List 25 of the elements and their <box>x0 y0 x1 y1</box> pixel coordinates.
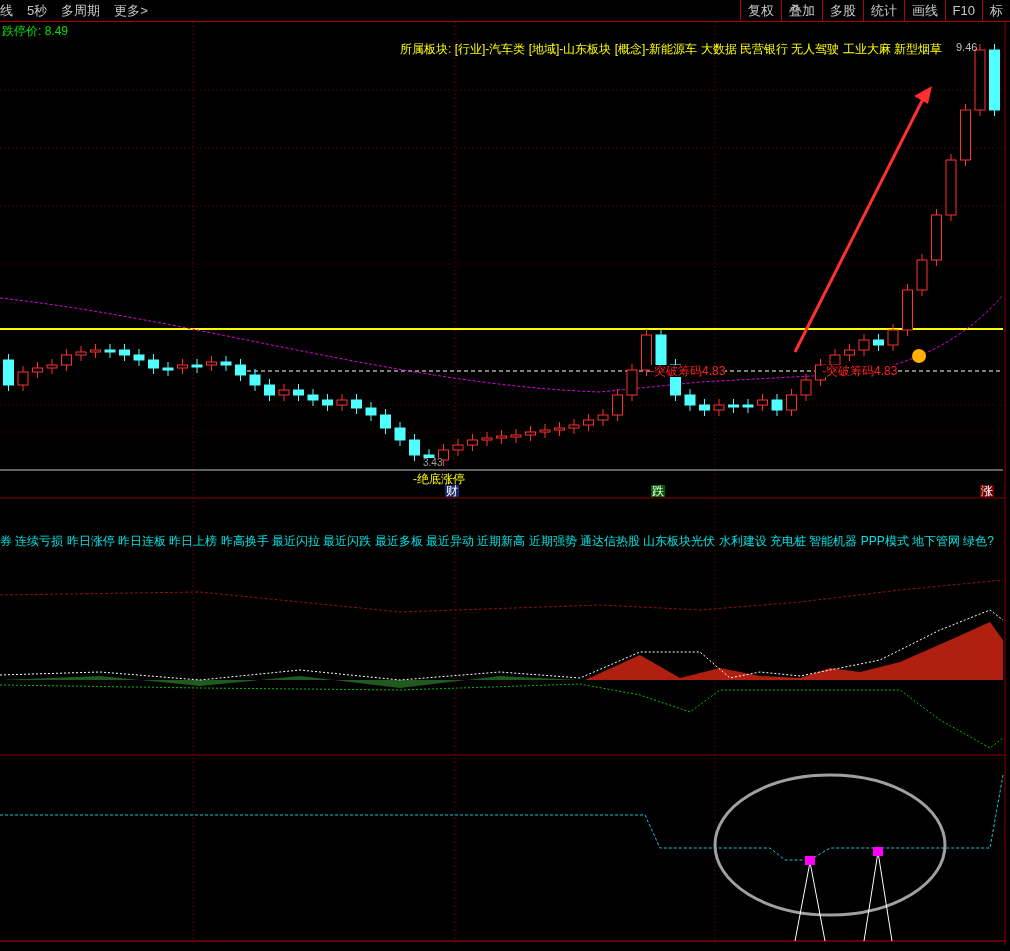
toolbar-menu-item[interactable]: 线 <box>0 0 13 21</box>
toolbar-button[interactable]: 画线 <box>903 0 945 21</box>
signal-marker <box>805 856 815 865</box>
toolbar-button[interactable]: F10 <box>944 0 982 21</box>
sector-info-text: 所属板块: [行业]-汽车类 [地域]-山东板块 [概念]-新能源车 大数据 民营银行 无人驾驶 工业大麻 新型烟草 <box>400 43 942 55</box>
toolbar-button[interactable]: 复权 <box>739 0 781 21</box>
limit-down-price-label: 跌停价: 8.49 <box>2 25 69 37</box>
toolbar-button[interactable]: 叠加 <box>780 0 822 21</box>
signal-marker <box>873 847 883 856</box>
event-marker: 涨 <box>980 485 994 497</box>
event-marker: 跌 <box>651 485 665 497</box>
toolbar-button[interactable]: 标 <box>982 0 1010 21</box>
toolbar-button[interactable]: 统计 <box>862 0 904 21</box>
toolbar-menu-item[interactable]: 多周期 <box>61 0 101 21</box>
concept-list-text: 券 连续亏损 昨日涨停 昨日连板 昨日上榜 昨高换手 最近闪拉 最近闪跌 最近多板 最近异动 近期新高 近期强势 通达信热股 山东板块光伏 水利建设 充电桩 智能机器 PPP模式 地下管网 绿色? <box>0 535 995 547</box>
signal-icon <box>912 349 926 363</box>
event-marker: 财 <box>445 485 459 497</box>
high-price-label: 9.46 <box>956 42 978 53</box>
low-price-label: 3.43 <box>423 458 443 468</box>
toolbar-menu-item[interactable]: 更多> <box>114 0 148 21</box>
chip-breakthrough-label: -突破筹码4.83 <box>822 365 898 377</box>
chip-breakthrough-label: -突破筹码4.83 <box>650 365 726 377</box>
toolbar-button[interactable]: 多股 <box>821 0 863 21</box>
bottom-limit-label: -绝底涨停 <box>413 473 465 485</box>
toolbar-menu-item[interactable]: 5秒 <box>27 0 48 21</box>
